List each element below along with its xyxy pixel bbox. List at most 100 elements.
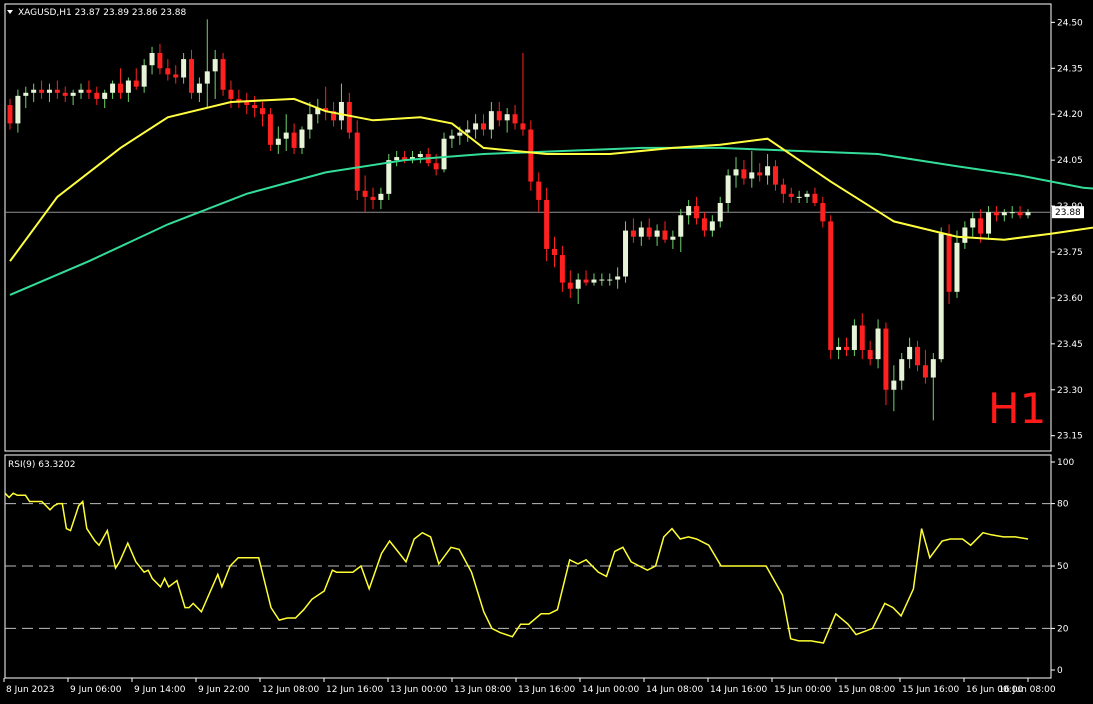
- candle-body: [370, 196, 376, 200]
- rsi-header: RSI(9) 63.3202: [8, 460, 75, 470]
- candle-body: [307, 114, 313, 130]
- price-tick-label: 23.30: [1057, 386, 1083, 396]
- candle-body: [1009, 212, 1015, 214]
- rsi-tick-label: 20: [1057, 624, 1069, 634]
- fast-moving-average-line: [9, 97, 1093, 262]
- slow-moving-average-line: [9, 146, 1093, 296]
- price-tick-label: 23.60: [1057, 294, 1083, 304]
- candle-body: [346, 101, 352, 133]
- candle-body: [978, 218, 984, 234]
- time-tick-label: 13 Jun 08:00: [454, 685, 511, 695]
- candle-body: [449, 135, 455, 139]
- candle-body: [552, 248, 558, 256]
- candle-body: [654, 230, 660, 237]
- candle-body: [62, 92, 68, 96]
- candle-body: [757, 172, 763, 176]
- time-tick-label: 14 Jun 08:00: [646, 685, 703, 695]
- time-tick-label: 8 Jun 2023: [6, 685, 54, 695]
- candle-body: [86, 89, 92, 93]
- chart-window: 24.5024.3524.2024.0523.9023.7523.6023.45…: [0, 0, 1093, 700]
- candle-body: [828, 221, 834, 350]
- candle-body: [670, 236, 676, 240]
- candle-body: [907, 346, 913, 360]
- rsi-line: [4, 492, 1029, 644]
- candle-body: [252, 105, 258, 109]
- candle-body: [741, 169, 747, 179]
- candle-body: [591, 279, 597, 283]
- time-tick-label: 14 Jun 00:00: [582, 685, 639, 695]
- candle-body: [701, 218, 707, 231]
- candle-body: [165, 68, 171, 75]
- candle-body: [567, 282, 573, 289]
- candle-body: [520, 123, 526, 130]
- time-tick-label: 12 Jun 16:00: [326, 685, 383, 695]
- candle-body: [559, 255, 565, 283]
- candle-body: [504, 114, 510, 121]
- candle-body: [575, 279, 581, 289]
- candle-body: [78, 89, 84, 93]
- candle-body: [299, 129, 305, 148]
- candle-body: [662, 230, 668, 240]
- chart-menu-triangle-icon[interactable]: [7, 10, 13, 14]
- candle-body: [417, 154, 423, 158]
- candle-body: [157, 52, 163, 69]
- candle-body: [220, 59, 226, 90]
- candle-body: [820, 203, 826, 222]
- candle-body: [851, 325, 857, 350]
- candle-body: [922, 365, 928, 378]
- time-tick-label: 14 Jun 16:00: [710, 685, 767, 695]
- candle-body: [962, 227, 968, 243]
- candle-body: [283, 132, 289, 139]
- candle-body: [623, 230, 629, 277]
- candle-body: [638, 227, 644, 237]
- rsi-tick-label: 80: [1057, 500, 1069, 510]
- candle-body: [457, 132, 463, 136]
- candle-body: [23, 92, 29, 96]
- rsi-tick-label: 0: [1057, 666, 1063, 676]
- time-tick-label: 16 Jun 08:00: [998, 685, 1055, 695]
- candle-body: [512, 114, 518, 124]
- candle-body: [993, 212, 999, 216]
- candle-body: [938, 233, 944, 360]
- candle-body: [709, 221, 715, 231]
- candle-body: [394, 157, 400, 161]
- candle-body: [488, 111, 494, 130]
- candle-body: [228, 89, 234, 99]
- candle-body: [70, 92, 76, 96]
- candle-body: [117, 83, 123, 93]
- time-tick-label: 9 Jun 22:00: [198, 685, 250, 695]
- candle-body: [189, 59, 195, 93]
- candle-body: [867, 349, 873, 360]
- candle-body: [607, 279, 613, 281]
- time-tick-label: 9 Jun 14:00: [134, 685, 186, 695]
- candle-body: [465, 129, 471, 133]
- candle-body: [378, 193, 384, 200]
- candle-body: [717, 203, 723, 222]
- candle-body: [883, 328, 889, 390]
- time-tick-label: 9 Jun 06:00: [70, 685, 122, 695]
- candle-body: [891, 380, 897, 390]
- price-tick-label: 23.45: [1057, 340, 1083, 350]
- candle-body: [1025, 212, 1031, 216]
- price-tick-label: 24.20: [1057, 110, 1083, 120]
- candle-body: [94, 92, 100, 99]
- candle-body: [110, 83, 116, 93]
- candle-body: [749, 172, 755, 179]
- price-tick-label: 23.15: [1057, 432, 1083, 442]
- candle-body: [149, 52, 155, 66]
- candle-body: [875, 328, 881, 360]
- candle-body: [267, 114, 273, 145]
- price-tick-label: 24.35: [1057, 64, 1083, 74]
- candle-body: [583, 279, 589, 283]
- price-tick-label: 23.75: [1057, 248, 1083, 258]
- candle-body: [788, 193, 794, 197]
- price-chart-svg[interactable]: 24.5024.3524.2024.0523.9023.7523.6023.45…: [0, 0, 1093, 700]
- candle-body: [54, 89, 60, 93]
- candle-body: [899, 359, 905, 381]
- symbol-header: XAGUSD,H1 23.87 23.89 23.86 23.88: [18, 8, 187, 18]
- current-price-label: 23.88: [1055, 208, 1081, 218]
- candle-body: [630, 230, 636, 237]
- candle-body: [694, 206, 700, 219]
- candle-body: [354, 132, 360, 191]
- candle-body: [678, 215, 684, 237]
